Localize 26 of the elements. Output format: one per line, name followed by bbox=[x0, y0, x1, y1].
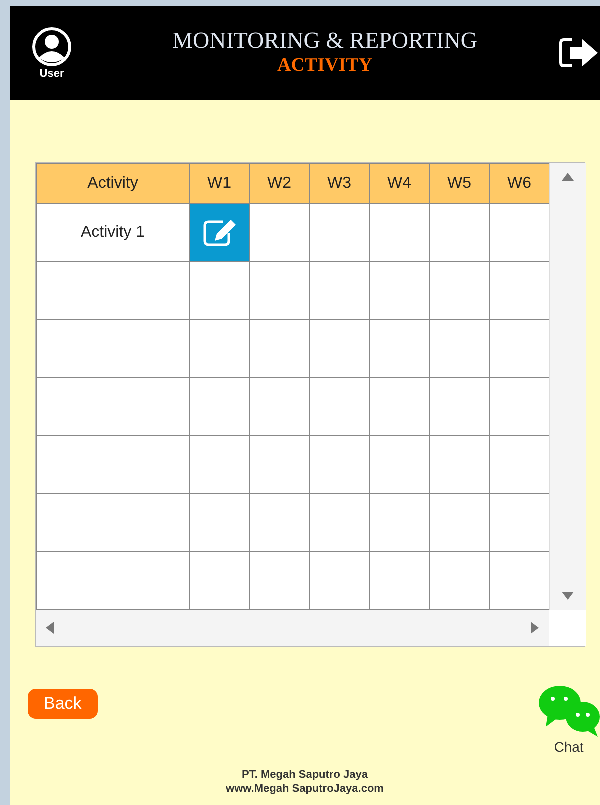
scroll-down-icon[interactable] bbox=[562, 592, 574, 600]
app-title: MONITORING & REPORTING bbox=[172, 26, 478, 54]
column-header: W4 bbox=[370, 164, 430, 204]
activity-cell: Activity 1 bbox=[36, 204, 190, 262]
page-title: ACTIVITY bbox=[277, 54, 373, 78]
logout-icon[interactable] bbox=[558, 36, 600, 70]
scroll-left-icon[interactable] bbox=[46, 622, 54, 634]
scroll-up-icon[interactable] bbox=[562, 173, 574, 181]
column-header: W3 bbox=[310, 164, 370, 204]
footer-text: PT. Megah Saputro Jaya bbox=[241, 768, 369, 782]
edit-icon[interactable] bbox=[202, 218, 236, 246]
column-header: W5 bbox=[430, 164, 490, 204]
user-label: User bbox=[40, 68, 64, 80]
horizontal-scrollbar[interactable] bbox=[36, 610, 549, 646]
chat-bubbles-icon[interactable] bbox=[538, 685, 600, 737]
column-header: Activity bbox=[36, 164, 190, 204]
back-button[interactable]: Back bbox=[28, 689, 98, 718]
user-avatar-icon[interactable] bbox=[32, 26, 72, 66]
footer-text: www.Megah SaputroJaya.com bbox=[225, 782, 385, 797]
chat-label: Chat bbox=[554, 738, 584, 757]
edit-button[interactable] bbox=[190, 204, 250, 262]
column-header: W1 bbox=[190, 164, 250, 204]
scroll-right-icon[interactable] bbox=[531, 622, 539, 634]
column-header: W6 bbox=[490, 164, 550, 204]
column-header: W2 bbox=[250, 164, 310, 204]
vertical-scrollbar[interactable] bbox=[549, 163, 586, 610]
